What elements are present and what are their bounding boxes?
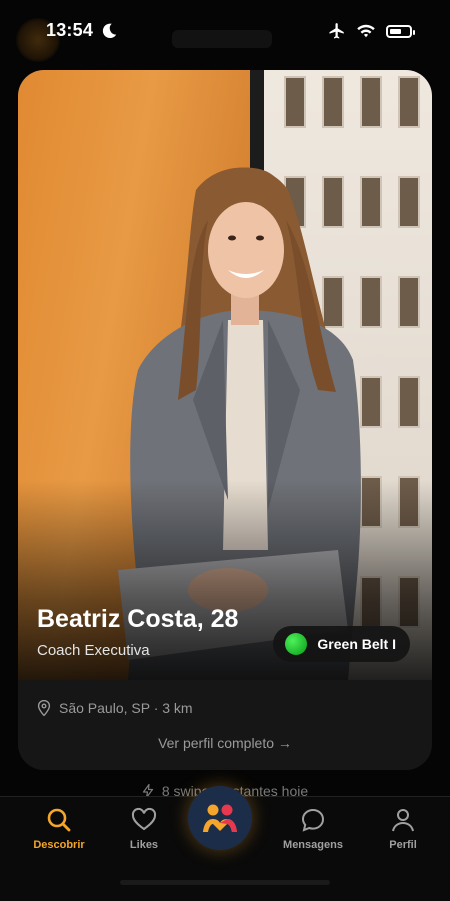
airplane-icon bbox=[329, 23, 344, 39]
profile-photo[interactable]: Beatriz Costa, 28 Coach Executiva Green … bbox=[18, 70, 432, 680]
tab-likes[interactable]: Likes bbox=[99, 807, 189, 851]
heart-icon bbox=[131, 807, 157, 831]
chat-icon bbox=[301, 808, 325, 832]
tab-label: Perfil bbox=[389, 839, 417, 851]
search-icon bbox=[47, 808, 71, 832]
location-row: São Paulo, SP · 3 km bbox=[37, 700, 193, 716]
tab-descobrir[interactable]: Descobrir bbox=[14, 807, 104, 851]
belt-badge: Green Belt I bbox=[273, 626, 410, 662]
profile-job: Coach Executiva bbox=[37, 642, 150, 659]
user-icon bbox=[392, 809, 414, 832]
status-bar: 13:54 bbox=[0, 0, 450, 62]
wifi-icon bbox=[357, 24, 375, 38]
profile-name-age: Beatriz Costa, 28 bbox=[37, 605, 239, 633]
green-belt-dot-icon bbox=[285, 633, 308, 655]
tab-mensagens[interactable]: Mensagens bbox=[268, 807, 358, 851]
match-center-button[interactable] bbox=[188, 786, 252, 850]
status-time: 13:54 bbox=[46, 20, 94, 40]
tab-label: Descobrir bbox=[33, 839, 85, 851]
home-indicator bbox=[120, 880, 330, 885]
location-text: São Paulo, SP · 3 km bbox=[59, 700, 193, 716]
status-icons bbox=[328, 22, 415, 40]
battery-icon bbox=[386, 24, 415, 38]
profile-info: São Paulo, SP · 3 km Ver perfil completo… bbox=[18, 680, 432, 770]
moon-icon bbox=[102, 23, 117, 39]
tab-label: Likes bbox=[129, 839, 159, 851]
profile-card[interactable]: Beatriz Costa, 28 Coach Executiva Green … bbox=[18, 70, 432, 770]
couple-icon bbox=[203, 804, 237, 832]
tab-perfil[interactable]: Perfil bbox=[358, 807, 448, 851]
view-full-profile-link[interactable]: Ver perfil completo → bbox=[18, 735, 432, 751]
tab-label: Mensagens bbox=[283, 839, 343, 851]
belt-label: Green Belt I bbox=[317, 636, 396, 652]
app-title-blurred bbox=[172, 30, 272, 48]
location-pin-icon bbox=[37, 700, 51, 716]
